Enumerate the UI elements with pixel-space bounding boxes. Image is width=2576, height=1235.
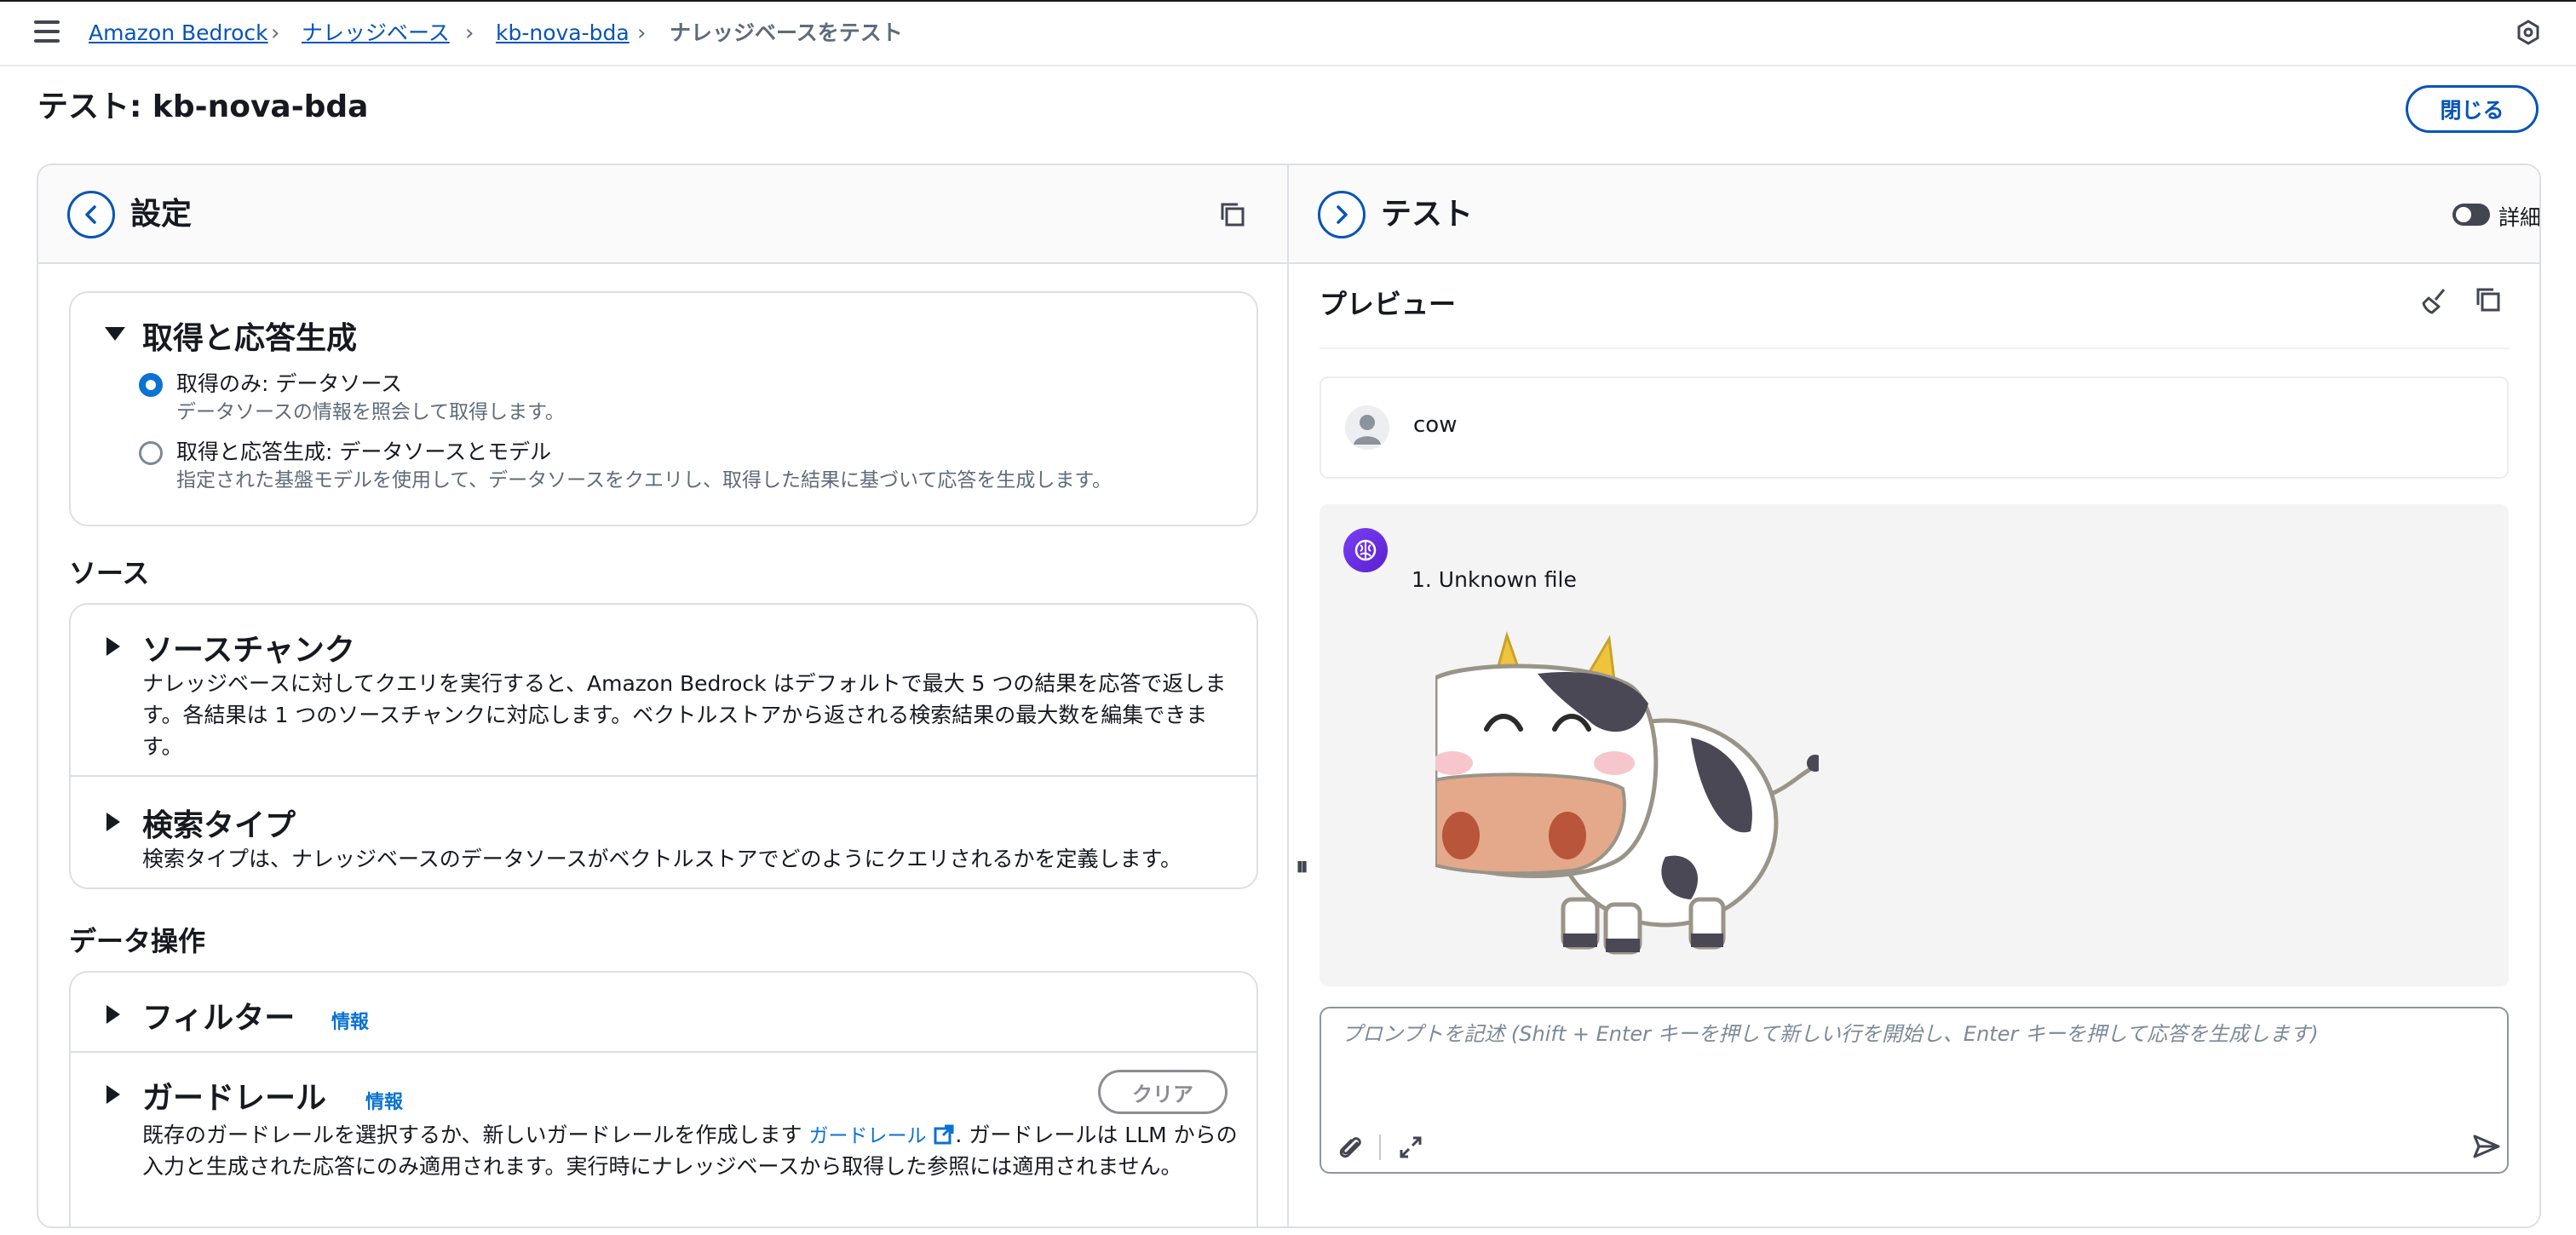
prompt-placeholder: プロンプトを記述 (Shift + Enter キーを押して新しい行を開始し、E… bbox=[1342, 1022, 2319, 1046]
radio-retrieve-generate[interactable] bbox=[139, 441, 163, 465]
bot-message: 1. Unknown file bbox=[1320, 504, 2509, 986]
option-desc-retrieve-generate: 指定された基盤モデルを使用して、データソースをクエリし、取得した結果に基づいて応… bbox=[176, 469, 1113, 491]
option-desc-retrieve-only: データソースの情報を照会して取得します。 bbox=[176, 401, 565, 423]
config-pane-title: 設定 bbox=[130, 197, 193, 232]
retrieval-title[interactable]: 取得と応答生成 bbox=[142, 313, 357, 358]
caret-right-icon[interactable] bbox=[106, 637, 120, 656]
test-pane-title: テスト bbox=[1381, 197, 1474, 232]
search-type-title[interactable]: 検索タイプ bbox=[142, 801, 296, 845]
preview-label: プレビュー bbox=[1320, 288, 1457, 320]
test-container: 設定 取得と応答生成 取得のみ: データソース データソースの情報を照会して取得… bbox=[37, 164, 2541, 1228]
attachment-icon[interactable] bbox=[1337, 1133, 1366, 1162]
guardrail-desc-text: 既存のガードレールを選択するか、新しいガードレールを作成します bbox=[142, 1123, 802, 1147]
chevron-right-icon: › bbox=[465, 20, 474, 46]
cow-image bbox=[1435, 630, 1819, 955]
menu-icon[interactable] bbox=[34, 20, 60, 46]
source-chunks-desc-line3: す。 bbox=[142, 734, 183, 759]
divider bbox=[1379, 1134, 1381, 1160]
chevron-left-icon bbox=[85, 205, 96, 224]
hexagon-settings-icon[interactable] bbox=[2515, 19, 2542, 46]
caret-right-icon[interactable] bbox=[106, 1005, 120, 1024]
copy-icon[interactable] bbox=[2475, 286, 2502, 313]
expand-icon[interactable] bbox=[1398, 1134, 1423, 1160]
breadcrumb-kb-nova-bda[interactable]: kb-nova-bda bbox=[496, 20, 630, 46]
clear-button[interactable]: クリア bbox=[1098, 1070, 1228, 1114]
copy-icon[interactable] bbox=[1219, 201, 1246, 228]
option-label-retrieve-generate[interactable]: 取得と応答生成: データソースとモデル bbox=[176, 436, 551, 468]
search-type-desc: 検索タイプは、ナレッジベースのデータソースがベクトルストアでどのようにクエリされ… bbox=[142, 847, 1182, 871]
filter-title[interactable]: フィルター bbox=[142, 993, 295, 1037]
pane-divider bbox=[1287, 165, 1289, 1226]
broom-icon[interactable] bbox=[2420, 286, 2449, 315]
resize-handle[interactable]: ⏸ bbox=[1296, 852, 1308, 882]
guardrail-title[interactable]: ガードレール bbox=[142, 1073, 326, 1117]
guardrail-desc-line2: 入力と生成された応答にのみ適用されます。実行時にナレッジベースから取得した参照に… bbox=[142, 1154, 1182, 1179]
radio-retrieve-only[interactable] bbox=[139, 373, 163, 397]
test-pane-header: テスト 詳細 bbox=[1289, 165, 2541, 264]
guardrail-desc-text: . ガードレールは LLM からの bbox=[955, 1123, 1238, 1147]
filter-info-link[interactable]: 情報 bbox=[331, 1007, 369, 1034]
user-avatar-icon bbox=[1345, 405, 1389, 450]
source-card: ソースチャンク ナレッジベースに対してクエリを実行すると、Amazon Bedr… bbox=[69, 603, 1258, 889]
config-pane-header: 設定 bbox=[38, 165, 1287, 264]
source-chunks-desc-line2: す。各結果は 1 つのソースチャンクに対応します。ベクトルストアから返される検索… bbox=[142, 703, 1208, 727]
source-chunks-title[interactable]: ソースチャンク bbox=[142, 625, 355, 669]
breadcrumb-knowledge-base[interactable]: ナレッジベース bbox=[302, 20, 450, 46]
caret-right-icon[interactable] bbox=[106, 1085, 120, 1104]
chevron-right-icon: › bbox=[271, 20, 280, 46]
send-icon[interactable] bbox=[2471, 1131, 2502, 1162]
source-chunks-desc-line1: ナレッジベースに対してクエリを実行すると、Amazon Bedrock はデフォ… bbox=[142, 671, 1227, 696]
breadcrumb-current: ナレッジベースをテスト bbox=[670, 20, 903, 45]
retrieval-card: 取得と応答生成 取得のみ: データソース データソースの情報を照会して取得します… bbox=[69, 291, 1258, 526]
data-ops-heading: データ操作 bbox=[69, 925, 206, 957]
chevron-right-icon bbox=[1337, 205, 1348, 224]
prompt-input[interactable]: プロンプトを記述 (Shift + Enter キーを押して新しい行を開始し、E… bbox=[1320, 1007, 2509, 1174]
user-message: cow bbox=[1320, 376, 2509, 479]
details-label: 詳細 bbox=[2498, 205, 2541, 230]
guardrail-external-link[interactable]: ガードレール bbox=[808, 1125, 926, 1147]
breadcrumb-amazon-bedrock[interactable]: Amazon Bedrock bbox=[89, 20, 268, 46]
guardrail-info-link[interactable]: 情報 bbox=[365, 1087, 403, 1114]
external-link-icon[interactable] bbox=[933, 1123, 955, 1146]
result-item[interactable]: 1. Unknown file bbox=[1412, 567, 1577, 592]
chevron-right-icon: › bbox=[637, 20, 647, 46]
data-ops-card: フィルター 情報 ガードレール 情報 クリア 既存のガードレールを選択するか、新… bbox=[69, 971, 1258, 1226]
divider bbox=[1320, 348, 2509, 349]
page-title: テスト: kb-nova-bda bbox=[37, 89, 369, 124]
option-label-retrieve-only[interactable]: 取得のみ: データソース bbox=[176, 368, 402, 399]
close-button[interactable]: 閉じる bbox=[2406, 85, 2539, 133]
ai-brain-icon bbox=[1343, 528, 1388, 572]
divider bbox=[71, 1051, 1256, 1053]
collapse-config-button[interactable] bbox=[67, 191, 115, 238]
top-navigation: Amazon Bedrock › ナレッジベース › kb-nova-bda ›… bbox=[0, 0, 2576, 66]
user-message-text: cow bbox=[1413, 412, 1458, 438]
caret-down-icon[interactable] bbox=[105, 327, 125, 341]
source-heading: ソース bbox=[69, 557, 150, 589]
divider bbox=[71, 775, 1256, 777]
guardrail-desc-line1: 既存のガードレールを選択するか、新しいガードレールを作成します ガードレール .… bbox=[142, 1119, 1238, 1152]
caret-right-icon[interactable] bbox=[106, 813, 120, 831]
details-toggle[interactable] bbox=[2452, 204, 2490, 226]
collapse-test-button[interactable] bbox=[1318, 191, 1366, 238]
